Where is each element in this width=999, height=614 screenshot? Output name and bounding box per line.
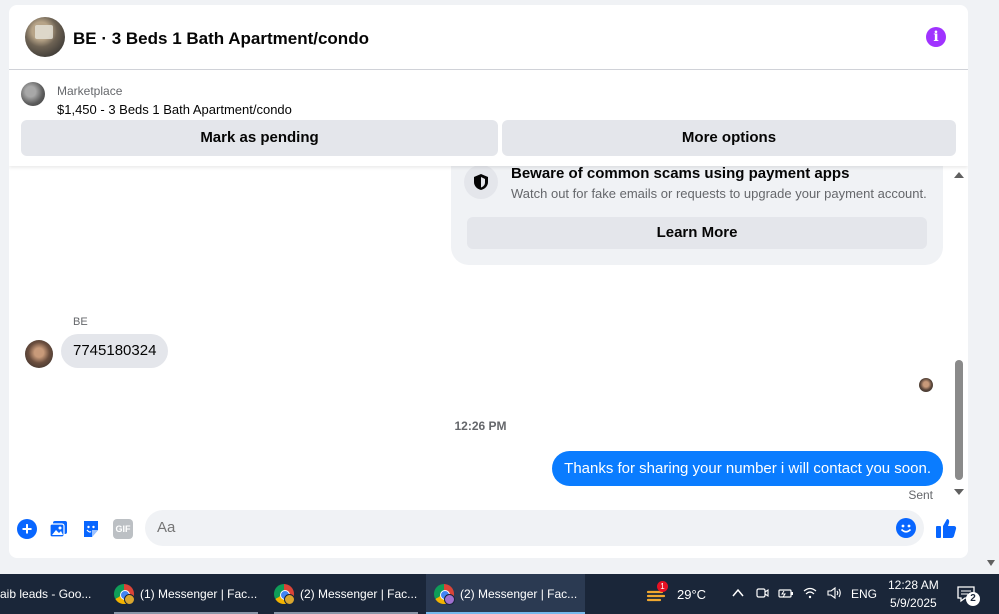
notification-count-badge: 2	[966, 592, 980, 606]
profile-badge-icon	[284, 594, 295, 605]
camera-icon[interactable]	[754, 586, 770, 602]
incoming-message[interactable]: 7745180324	[61, 334, 169, 368]
listing-title[interactable]: $1,450 - 3 Beds 1 Bath Apartment/condo	[57, 102, 292, 117]
listing-thumbnail[interactable]	[21, 82, 45, 106]
gif-icon[interactable]: GIF	[113, 519, 133, 539]
scam-warning-title: Beware of common scams using payment app…	[511, 166, 850, 182]
temperature[interactable]: 29°C	[677, 587, 706, 602]
clock-date[interactable]: 5/9/2025	[890, 596, 937, 610]
page-scroll-down-icon[interactable]	[987, 560, 995, 566]
mark-as-pending-button[interactable]: Mark as pending	[21, 120, 498, 156]
message-scrollbar[interactable]	[950, 166, 968, 505]
profile-badge-icon	[444, 594, 455, 605]
plus-icon[interactable]: +	[17, 519, 37, 539]
sender-avatar[interactable]	[25, 340, 53, 368]
taskbar-item-leads[interactable]: aib leads - Goo...	[0, 574, 100, 614]
taskbar-item-label: (1) Messenger | Fac...	[140, 587, 258, 601]
message-timestamp: 12:26 PM	[454, 419, 507, 433]
chevron-up-icon[interactable]	[730, 586, 746, 602]
taskbar: aib leads - Goo... (1) Messenger | Fac..…	[0, 574, 999, 614]
taskbar-item-messenger-1[interactable]: (1) Messenger | Fac...	[106, 574, 266, 614]
info-icon[interactable]: i	[926, 27, 946, 47]
chat-window: BE · 3 Beds 1 Bath Apartment/condo i Mar…	[9, 5, 968, 558]
taskbar-item-label: (2) Messenger | Fac...	[300, 587, 418, 601]
chat-header: BE · 3 Beds 1 Bath Apartment/condo i	[9, 5, 968, 70]
sticker-icon[interactable]	[81, 519, 101, 539]
seen-indicator-avatar	[919, 378, 933, 392]
photo-icon[interactable]	[49, 519, 69, 539]
scroll-up-arrow-icon[interactable]	[954, 172, 964, 178]
taskbar-item-label: (2) Messenger | Fac...	[460, 587, 578, 601]
shield-icon	[464, 166, 498, 199]
language-indicator[interactable]: ENG	[851, 587, 877, 601]
wifi-icon[interactable]	[802, 586, 818, 602]
chat-title[interactable]: BE · 3 Beds 1 Bath Apartment/condo	[73, 29, 369, 49]
outgoing-message[interactable]: Thanks for sharing your number i will co…	[552, 451, 943, 486]
volume-icon[interactable]	[826, 586, 842, 602]
taskbar-item-messenger-2[interactable]: (2) Messenger | Fac...	[266, 574, 426, 614]
marketplace-label: Marketplace	[57, 84, 123, 98]
scam-warning-body: Watch out for fake emails or requests to…	[511, 186, 927, 201]
learn-more-button[interactable]: Learn More	[467, 217, 927, 249]
weather-alert-badge: 1	[657, 581, 668, 592]
battery-icon[interactable]	[778, 586, 794, 602]
marketplace-banner: Marketplace $1,450 - 3 Beds 1 Bath Apart…	[9, 70, 968, 166]
scam-warning-card: Beware of common scams using payment app…	[451, 166, 943, 265]
clock-time[interactable]: 12:28 AM	[888, 578, 939, 592]
scrollbar-thumb[interactable]	[955, 360, 963, 480]
taskbar-item-messenger-3[interactable]: (2) Messenger | Fac...	[426, 574, 585, 614]
taskbar-item-label: aib leads - Goo...	[0, 587, 92, 601]
message-composer: + GIF	[9, 505, 968, 555]
message-input[interactable]	[145, 510, 924, 546]
sender-name: BE	[73, 316, 88, 328]
message-list: Beware of common scams using payment app…	[9, 166, 968, 505]
more-options-button[interactable]: More options	[502, 120, 956, 156]
scroll-down-arrow-icon[interactable]	[954, 489, 964, 495]
sent-status: Sent	[908, 488, 933, 502]
emoji-icon[interactable]	[896, 518, 916, 538]
listing-avatar[interactable]	[25, 17, 65, 57]
profile-badge-icon	[124, 594, 135, 605]
thumbs-up-icon[interactable]	[935, 517, 957, 539]
